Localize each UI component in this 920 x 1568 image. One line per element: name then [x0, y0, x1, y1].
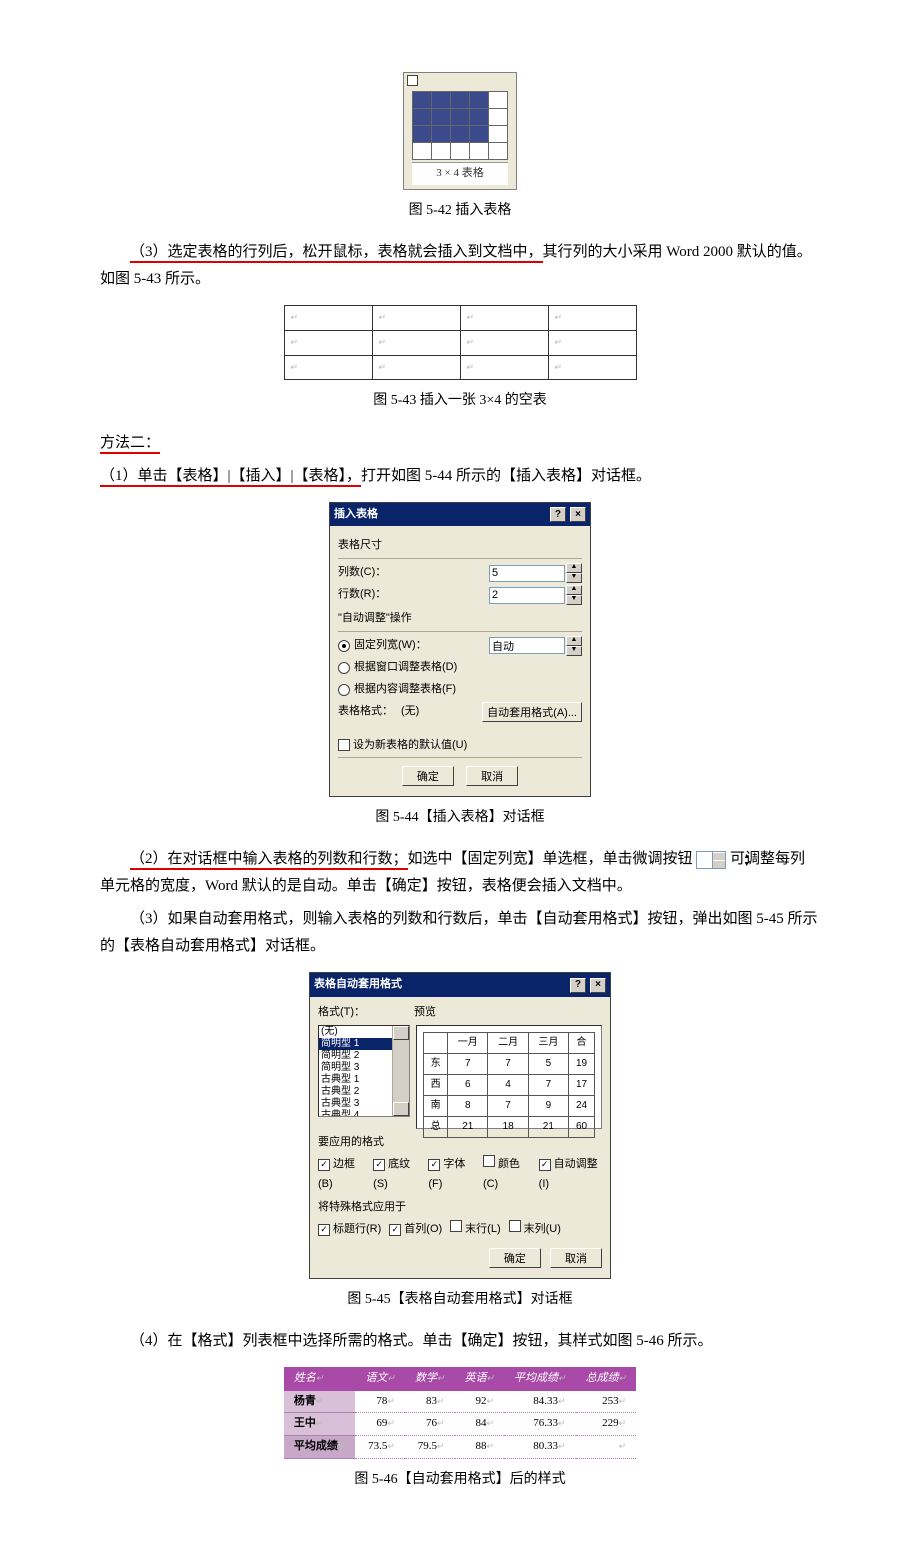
- close-icon[interactable]: ×: [590, 978, 606, 993]
- cb-shading[interactable]: [373, 1159, 385, 1171]
- para-m2-4: （4）在【格式】列表框中选择所需的格式。单击【确定】按钮，其样式如图 5-46 …: [100, 1328, 820, 1355]
- dialog-titlebar: 插入表格 ? ×: [330, 503, 590, 527]
- cb-firstcol[interactable]: [389, 1224, 401, 1236]
- picker-grid: [412, 91, 508, 160]
- preview-pane: 一月二月三月合东77519西64717南87924总21182160: [416, 1025, 602, 1129]
- radio-autofit-content[interactable]: [338, 684, 350, 696]
- radio-fixed[interactable]: [338, 640, 350, 652]
- cols-spinner[interactable]: ▲▼: [566, 563, 582, 583]
- rows-spinner[interactable]: ▲▼: [566, 585, 582, 605]
- cb-border[interactable]: [318, 1159, 330, 1171]
- rows-input[interactable]: [489, 587, 565, 604]
- figure-5-44: 插入表格 ? × 表格尺寸 列数(C)： ▲▼ 行数(R)： ▲▼ "自动调整"…: [100, 502, 820, 798]
- opt-fixed: 固定列宽(W)：: [354, 636, 489, 656]
- preview-label: 预览: [414, 1003, 602, 1023]
- close-icon[interactable]: ×: [570, 507, 586, 522]
- para-m2-2: （2）在对话框中输入表格的列数和行数；如选中【固定列宽】单选框，单击微调按钮 ▲…: [100, 846, 820, 900]
- spinner-icon: ▲▼: [696, 851, 726, 869]
- cb-lastrow[interactable]: [450, 1220, 462, 1232]
- scrollbar[interactable]: [392, 1026, 409, 1116]
- remember-label: 设为新表格的默认值(U): [353, 736, 582, 756]
- figure-5-45: 表格自动套用格式 ? × 格式(T)： 预览 (无)简明型 1简明型 2简明型 …: [100, 972, 820, 1278]
- cols-input[interactable]: [489, 565, 565, 582]
- fixed-width-input[interactable]: [489, 637, 565, 654]
- cb-autofit[interactable]: [539, 1159, 551, 1171]
- ok-button[interactable]: 确定: [489, 1248, 541, 1268]
- para-3: （3）选定表格的行列后，松开鼠标，表格就会插入到文档中，其行列的大小采用 Wor…: [100, 239, 820, 293]
- format-label: 格式(T)：: [318, 1003, 408, 1023]
- autoformat-dialog: 表格自动套用格式 ? × 格式(T)： 预览 (无)简明型 1简明型 2简明型 …: [309, 972, 611, 1278]
- caption-5-45: 图 5-45【表格自动套用格式】对话框: [100, 1287, 820, 1312]
- dialog-title: 插入表格: [334, 505, 378, 525]
- cb-color[interactable]: [483, 1155, 495, 1167]
- table-picker: 3 × 4 表格: [403, 72, 517, 190]
- fixed-spinner[interactable]: ▲▼: [566, 636, 582, 656]
- figure-5-43: ↵↵↵↵↵↵↵↵↵↵↵↵: [100, 305, 820, 380]
- group-auto: "自动调整"操作: [338, 609, 582, 629]
- cancel-button[interactable]: 取消: [466, 766, 518, 786]
- para-m2-3: （3）如果自动套用格式，则输入表格的列数和行数后，单击【自动套用格式】按钮，弹出…: [100, 906, 820, 960]
- help-icon[interactable]: ?: [570, 978, 586, 993]
- style-value: (无): [401, 702, 482, 722]
- preview-table: 一月二月三月合东77519西64717南87924总21182160: [423, 1032, 595, 1138]
- group-size: 表格尺寸: [338, 536, 582, 556]
- remember-checkbox[interactable]: [338, 739, 350, 751]
- cb-heading[interactable]: [318, 1224, 330, 1236]
- help-icon[interactable]: ?: [550, 507, 566, 522]
- cb-lastcol[interactable]: [509, 1220, 521, 1232]
- cancel-button[interactable]: 取消: [550, 1248, 602, 1268]
- caption-5-42: 图 5-42 插入表格: [100, 198, 820, 223]
- styled-result-table: 姓名↵语文↵数学↵英语↵平均成绩↵总成绩↵杨青↵78↵83↵92↵84.33↵2…: [284, 1367, 636, 1459]
- ok-button[interactable]: 确定: [402, 766, 454, 786]
- cols-label: 列数(C)：: [338, 563, 489, 583]
- cb-font[interactable]: [428, 1159, 440, 1171]
- caption-5-43: 图 5-43 插入一张 3×4 的空表: [100, 388, 820, 413]
- special-label: 将特殊格式应用于: [318, 1198, 602, 1218]
- caption-5-44: 图 5-44【插入表格】对话框: [100, 805, 820, 830]
- format-listbox[interactable]: (无)简明型 1简明型 2简明型 3古典型 1古典型 2古典型 3古典型 4彩色…: [318, 1025, 410, 1117]
- figure-5-42: 3 × 4 表格: [100, 72, 820, 190]
- dialog-title: 表格自动套用格式: [314, 975, 402, 995]
- method-two-heading: 方法二：: [100, 430, 820, 457]
- figure-5-46: 姓名↵语文↵数学↵英语↵平均成绩↵总成绩↵杨青↵78↵83↵92↵84.33↵2…: [100, 1367, 820, 1459]
- insert-table-dialog: 插入表格 ? × 表格尺寸 列数(C)： ▲▼ 行数(R)： ▲▼ "自动调整"…: [329, 502, 591, 798]
- para-m2-1: （1）单击【表格】|【插入】|【表格】，打开如图 5-44 所示的【插入表格】对…: [100, 463, 820, 490]
- picker-label: 3 × 4 表格: [412, 162, 508, 185]
- autoformat-button[interactable]: 自动套用格式(A)...: [482, 702, 582, 722]
- style-label: 表格格式：: [338, 702, 393, 722]
- rows-label: 行数(R)：: [338, 585, 489, 605]
- radio-autofit-window[interactable]: [338, 662, 350, 674]
- opt-autofit-window: 根据窗口调整表格(D): [354, 658, 582, 678]
- caption-5-46: 图 5-46【自动套用格式】后的样式: [100, 1467, 820, 1492]
- dialog-titlebar: 表格自动套用格式 ? ×: [310, 973, 610, 997]
- empty-table: ↵↵↵↵↵↵↵↵↵↵↵↵: [284, 305, 637, 380]
- opt-autofit-content: 根据内容调整表格(F): [354, 680, 582, 700]
